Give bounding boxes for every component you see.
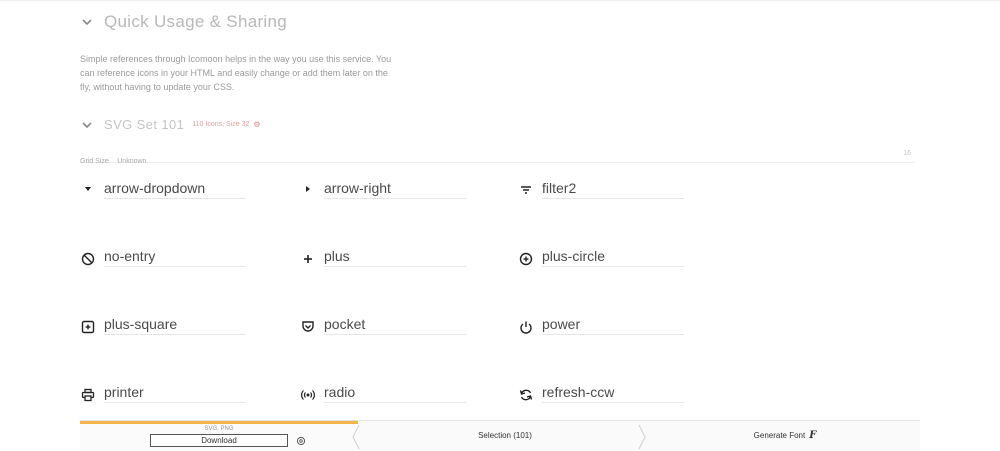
plus-square-icon <box>80 319 96 335</box>
filter-icon <box>518 183 534 199</box>
glyph-name[interactable]: plus-square <box>104 316 246 335</box>
grid-size-label: Grid Size <box>80 158 109 165</box>
chevron-down-icon[interactable] <box>80 118 94 132</box>
bottom-bar: SVG, PNG Download Selection (101) Genera… <box>80 420 920 451</box>
glyph-item[interactable]: radio <box>300 384 466 403</box>
printer-icon <box>80 387 96 403</box>
pocket-icon <box>300 319 316 335</box>
generate-font-button[interactable]: Generate Font F <box>650 421 920 451</box>
glyph-name[interactable]: plus <box>324 248 466 267</box>
quick-usage-header[interactable]: Quick Usage & Sharing <box>80 12 287 32</box>
glyph-name[interactable]: pocket <box>324 316 466 335</box>
chevron-down-icon[interactable] <box>80 15 94 29</box>
generate-font-label: Generate Font <box>753 431 806 440</box>
selection-label: Selection (101) <box>478 431 532 440</box>
icon-set-meta: 110 Icons, Size 32 <box>192 121 250 128</box>
glyph-item[interactable]: no-entry <box>80 248 246 267</box>
refresh-ccw-icon <box>518 387 534 403</box>
glyph-name[interactable]: no-entry <box>104 248 246 267</box>
glyph-name[interactable]: arrow-dropdown <box>104 180 246 199</box>
download-panel: SVG, PNG Download <box>80 421 358 451</box>
quick-usage-title: Quick Usage & Sharing <box>104 12 287 31</box>
chevron-left-icon <box>351 424 361 450</box>
plus-icon <box>300 251 316 267</box>
grid-size-end: 16 <box>903 150 911 157</box>
no-entry-icon <box>80 251 96 267</box>
glyph-item[interactable]: refresh-ccw <box>518 384 684 403</box>
glyph-name[interactable]: printer <box>104 384 246 403</box>
power-icon <box>518 319 534 335</box>
arrow-right-icon <box>300 183 316 199</box>
chevron-right-icon <box>637 424 647 450</box>
glyph-name[interactable]: radio <box>324 384 466 403</box>
glyph-name[interactable]: plus-circle <box>542 248 684 267</box>
glyph-item[interactable]: filter2 <box>518 180 684 199</box>
glyph-name[interactable]: filter2 <box>542 180 684 199</box>
glyph-item[interactable]: arrow-dropdown <box>80 180 246 199</box>
settings-icon[interactable]: ⚙ <box>253 120 260 129</box>
glyph-item[interactable]: plus <box>300 248 466 267</box>
icon-set-header[interactable]: SVG Set 101 110 Icons, Size 32 ⚙ <box>80 117 261 132</box>
gear-icon[interactable] <box>295 435 307 447</box>
quick-usage-description: Simple references through Icomoon helps … <box>80 54 392 92</box>
arrow-dropdown-icon <box>80 183 96 199</box>
font-icon: F <box>809 430 817 441</box>
glyph-item[interactable]: plus-circle <box>518 248 684 267</box>
download-button[interactable]: Download <box>150 434 288 447</box>
glyph-item[interactable]: power <box>518 316 684 335</box>
glyph-name[interactable]: arrow-right <box>324 180 466 199</box>
export-formats: SVG, PNG <box>204 426 234 432</box>
glyph-item[interactable]: plus-square <box>80 316 246 335</box>
glyph-name[interactable]: power <box>542 316 684 335</box>
glyph-item[interactable]: printer <box>80 384 246 403</box>
grid-size-row[interactable]: Grid Size Unknown 16 <box>80 150 915 165</box>
glyph-item[interactable]: pocket <box>300 316 466 335</box>
icon-set-title: SVG Set 101 <box>104 117 185 132</box>
selection-button[interactable]: Selection (101) <box>370 421 640 451</box>
plus-circle-icon <box>518 251 534 267</box>
grid-size-value[interactable]: Unknown <box>117 158 146 165</box>
top-divider <box>0 0 1000 1</box>
radio-icon <box>300 387 316 403</box>
glyph-name[interactable]: refresh-ccw <box>542 384 684 403</box>
glyph-item[interactable]: arrow-right <box>300 180 466 199</box>
